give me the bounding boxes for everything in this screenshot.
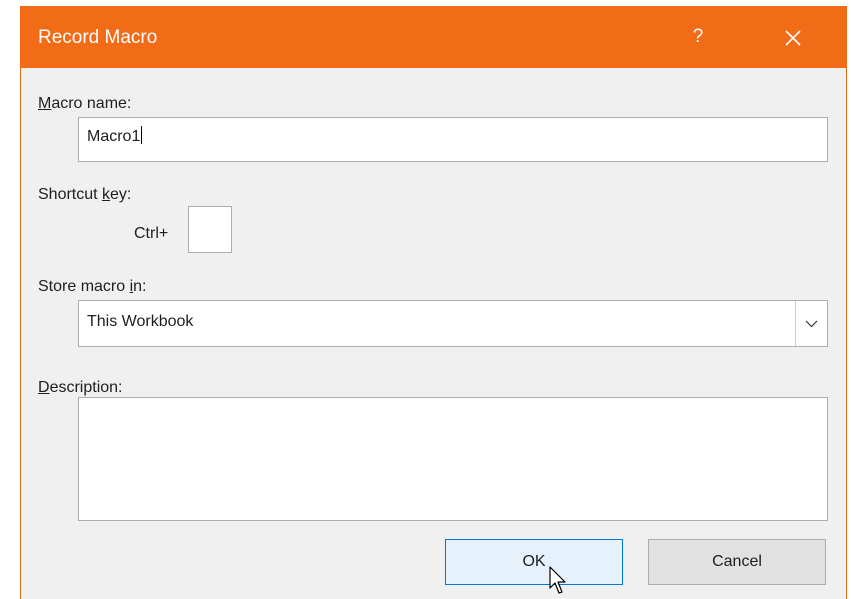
- cancel-button[interactable]: Cancel: [648, 539, 826, 585]
- close-button[interactable]: [776, 22, 810, 54]
- store-macro-selected: This Workbook: [87, 313, 194, 330]
- macro-name-value: Macro1: [87, 128, 141, 145]
- description-label: Description:: [38, 379, 123, 396]
- close-icon: [785, 30, 801, 46]
- mouse-pointer-icon: [549, 566, 566, 594]
- title-bar: Record Macro ?: [20, 6, 847, 68]
- description-textarea[interactable]: [78, 397, 828, 521]
- store-macro-label: Store macro in:: [38, 278, 147, 295]
- macro-name-label: Macro name:: [38, 95, 132, 112]
- ctrl-prefix-label: Ctrl+: [134, 225, 169, 242]
- ok-button[interactable]: OK: [445, 539, 623, 585]
- store-macro-select[interactable]: This Workbook: [78, 300, 828, 347]
- dialog-title: Record Macro: [38, 27, 158, 48]
- record-macro-dialog: Record Macro ? Macro name: Macro1 Shortc…: [20, 6, 847, 599]
- dropdown-button[interactable]: [795, 301, 827, 346]
- help-button[interactable]: ?: [684, 22, 712, 52]
- text-caret: [141, 126, 143, 144]
- macro-name-input[interactable]: Macro1: [78, 117, 828, 162]
- shortcut-key-input[interactable]: [188, 206, 232, 253]
- shortcut-key-label: Shortcut key:: [38, 186, 132, 203]
- help-icon: ?: [692, 26, 704, 47]
- chevron-down-icon: [805, 320, 818, 328]
